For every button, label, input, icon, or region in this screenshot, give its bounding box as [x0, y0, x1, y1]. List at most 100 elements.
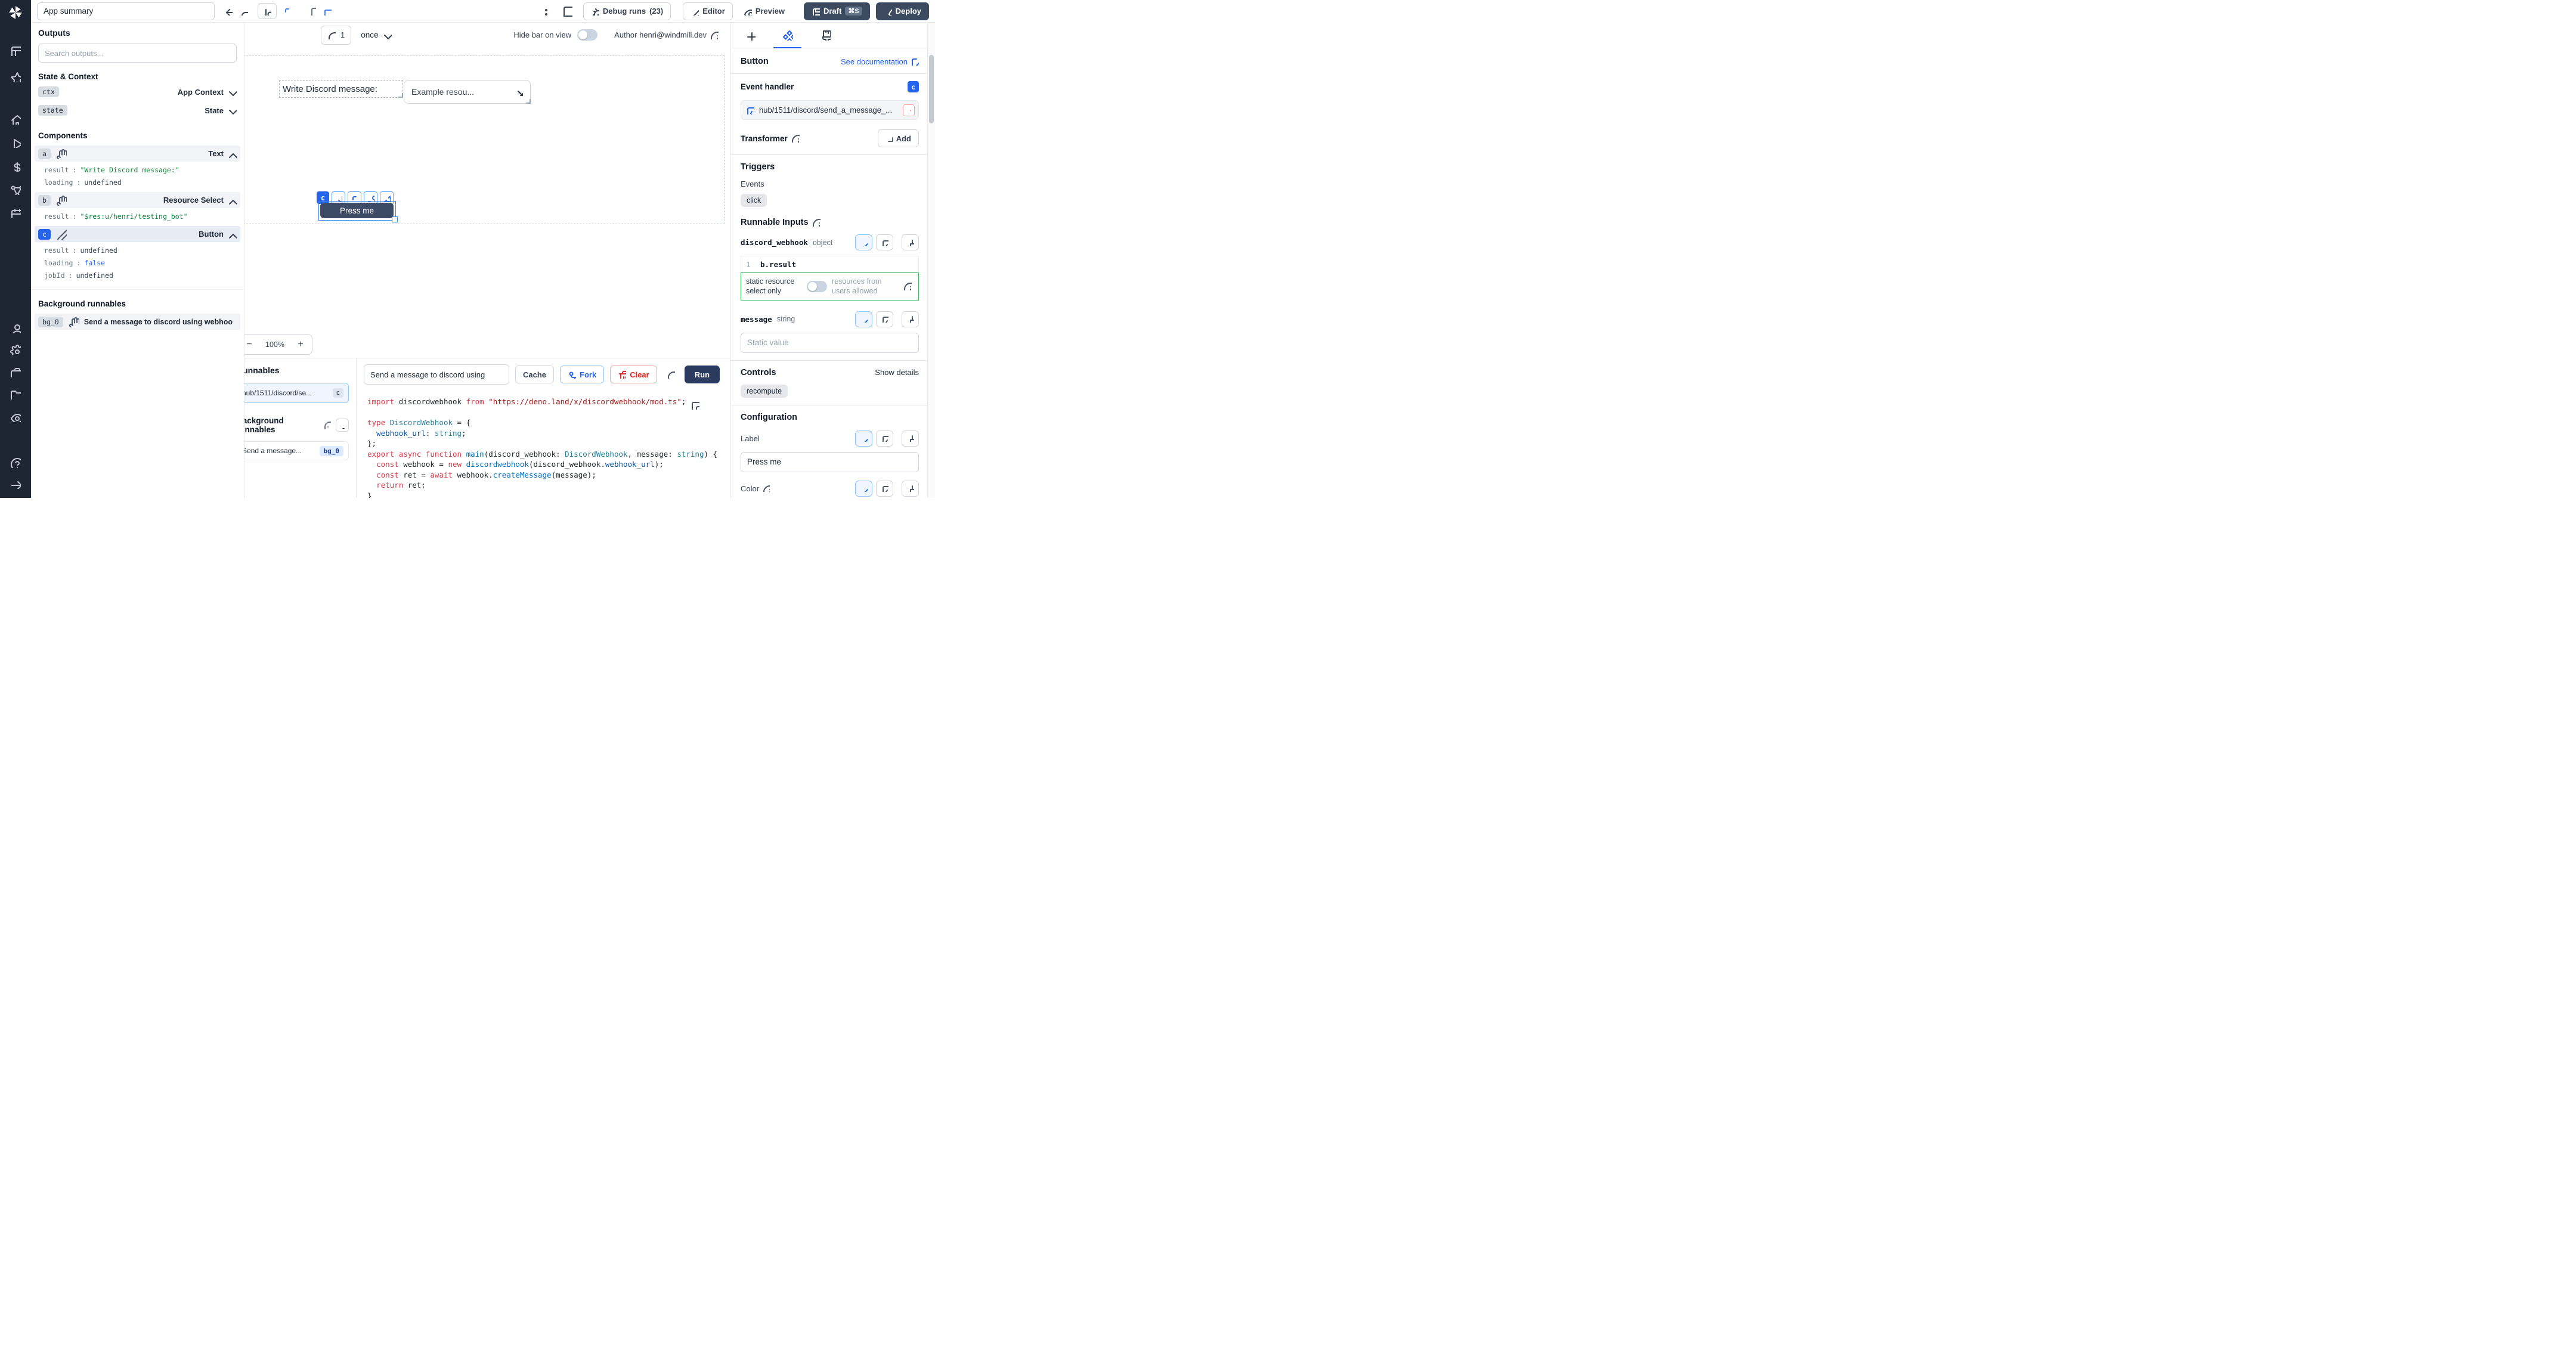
windmill-logo-icon[interactable]	[8, 5, 23, 20]
refresh-count-button[interactable]: 1	[321, 26, 351, 45]
debug-runs-button[interactable]: Debug runs (23)	[583, 2, 671, 20]
styling-tab[interactable]	[806, 22, 844, 48]
code-mode-icon[interactable]	[876, 431, 893, 447]
deploy-button[interactable]: Deploy	[876, 2, 929, 20]
mobile-view-icon[interactable]	[304, 4, 320, 19]
settings-gear-icon[interactable]	[9, 343, 22, 357]
refresh-code-icon[interactable]	[663, 367, 679, 382]
run-button[interactable]: Run	[685, 366, 720, 383]
chevron-up-icon[interactable]	[226, 229, 237, 240]
editor-tab-button[interactable]: Editor	[683, 2, 733, 20]
schedules-calendar-icon[interactable]	[9, 206, 22, 219]
code-mode-icon[interactable]	[876, 311, 893, 327]
component-c-row[interactable]: c Button	[35, 226, 240, 242]
home-icon[interactable]	[9, 113, 22, 126]
edit-pencil-icon[interactable]	[855, 311, 872, 327]
cache-button[interactable]: Cache	[515, 366, 554, 383]
hand-drag-icon[interactable]	[56, 195, 67, 206]
preview-tab-button[interactable]: Preview	[736, 2, 792, 20]
scrollbar[interactable]	[927, 22, 935, 498]
show-details-link[interactable]: Show details	[875, 368, 919, 377]
resize-handle[interactable]	[392, 216, 398, 222]
add-transformer-button[interactable]: Add	[878, 129, 919, 147]
remove-runnable-icon[interactable]	[903, 104, 915, 116]
workers-briefcase-icon[interactable]	[9, 366, 22, 379]
code-line: type DiscordWebhook = {	[367, 417, 714, 428]
chevron-down-icon[interactable]	[226, 86, 237, 97]
component-a-row[interactable]: a Text	[35, 145, 240, 162]
search-outputs-input[interactable]	[38, 44, 237, 63]
hide-bar-toggle[interactable]	[577, 29, 597, 41]
component-b-row[interactable]: b Resource Select	[35, 192, 240, 208]
runnable-name-input[interactable]	[364, 364, 509, 385]
plug-icon[interactable]	[902, 311, 919, 327]
runnable-path: hub/1511/discord/se...	[242, 389, 329, 397]
info-icon[interactable]	[710, 31, 719, 39]
fullscreen-icon[interactable]	[280, 4, 296, 19]
hand-drag-icon[interactable]	[56, 148, 67, 159]
zoom-control: − 100% +	[237, 334, 312, 355]
runs-play-icon[interactable]	[9, 136, 22, 149]
selected-runnable-item[interactable]: hub/1511/discord/se... c	[237, 383, 349, 403]
ctx-row[interactable]: ctx App Context	[38, 84, 237, 100]
code-mode-icon[interactable]	[876, 234, 893, 250]
message-static-value-input[interactable]	[741, 333, 919, 353]
component-settings-tab[interactable]	[769, 22, 806, 48]
help-icon[interactable]	[9, 456, 22, 469]
edit-pencil-icon[interactable]	[855, 431, 872, 447]
code-mode-icon[interactable]	[876, 481, 893, 497]
pencil-icon[interactable]	[56, 229, 67, 240]
code-editor[interactable]: import discordwebhook from "https://deno…	[357, 388, 730, 498]
bg-runnable-row[interactable]: bg_0 Send a message to discord using web…	[35, 314, 240, 330]
add-bg-runnable-button[interactable]	[336, 419, 349, 432]
state-row[interactable]: state State	[38, 103, 237, 118]
grid-columns-icon[interactable]	[258, 3, 277, 19]
docs-book-icon[interactable]	[559, 4, 575, 19]
see-documentation-link[interactable]: See documentation	[841, 57, 919, 66]
favorites-star-icon[interactable]	[9, 70, 22, 83]
variables-dollar-icon[interactable]	[9, 160, 22, 173]
copy-icon[interactable]	[691, 401, 699, 413]
edit-pencil-icon[interactable]	[855, 481, 872, 497]
app-summary-input[interactable]	[37, 2, 215, 20]
code-line: webhook_url: string;	[367, 428, 714, 439]
bg-runnable-item[interactable]: Send a message... bg_0	[237, 441, 349, 460]
resources-graph-icon[interactable]	[9, 183, 22, 196]
apps-icon[interactable]	[9, 44, 22, 57]
draft-button[interactable]: Draft ⌘S	[804, 2, 870, 20]
redo-icon[interactable]	[236, 4, 252, 19]
clear-select-icon[interactable]	[515, 88, 523, 96]
recompute-button[interactable]: recompute	[741, 385, 788, 398]
button-component-selection[interactable]: Press me	[318, 201, 396, 221]
collapse-sidebar-icon[interactable]	[9, 477, 22, 490]
text-component[interactable]: Write Discord message:	[279, 80, 403, 98]
static-resource-toggle[interactable]	[807, 281, 827, 292]
scrollbar-thumb[interactable]	[929, 55, 934, 123]
hand-drag-icon[interactable]	[69, 317, 79, 327]
chevron-up-icon[interactable]	[226, 148, 237, 159]
expand-editor-icon[interactable]	[906, 261, 914, 268]
event-handler-runnable[interactable]: hub/1511/discord/send_a_message_...	[741, 100, 919, 120]
plug-icon[interactable]	[902, 481, 919, 497]
edit-pencil-icon[interactable]	[855, 234, 872, 250]
chevron-down-icon[interactable]	[226, 105, 237, 116]
button-component[interactable]: Press me	[320, 203, 394, 218]
user-icon[interactable]	[9, 321, 22, 335]
chevron-up-icon[interactable]	[226, 195, 237, 206]
undo-icon[interactable]	[221, 4, 236, 19]
add-component-tab[interactable]	[731, 22, 769, 48]
fork-button[interactable]: Fork	[560, 366, 604, 383]
plug-icon[interactable]	[902, 234, 919, 250]
resource-select-component[interactable]: Example resou...	[404, 80, 531, 104]
inline-expr-editor[interactable]: 1 b.result	[741, 256, 919, 272]
label-value-input[interactable]	[741, 452, 919, 472]
plug-icon[interactable]	[902, 431, 919, 447]
folders-icon[interactable]	[9, 388, 22, 401]
frequency-dropdown[interactable]: once	[361, 30, 391, 41]
audit-eye-icon[interactable]	[9, 410, 22, 423]
clear-button[interactable]: Clear	[610, 366, 657, 383]
app-canvas[interactable]: Write Discord message: Example resou... …	[234, 55, 724, 224]
desktop-view-icon[interactable]	[320, 4, 335, 19]
kebab-menu-icon[interactable]	[535, 4, 551, 19]
zoom-in-button[interactable]: +	[289, 335, 312, 354]
